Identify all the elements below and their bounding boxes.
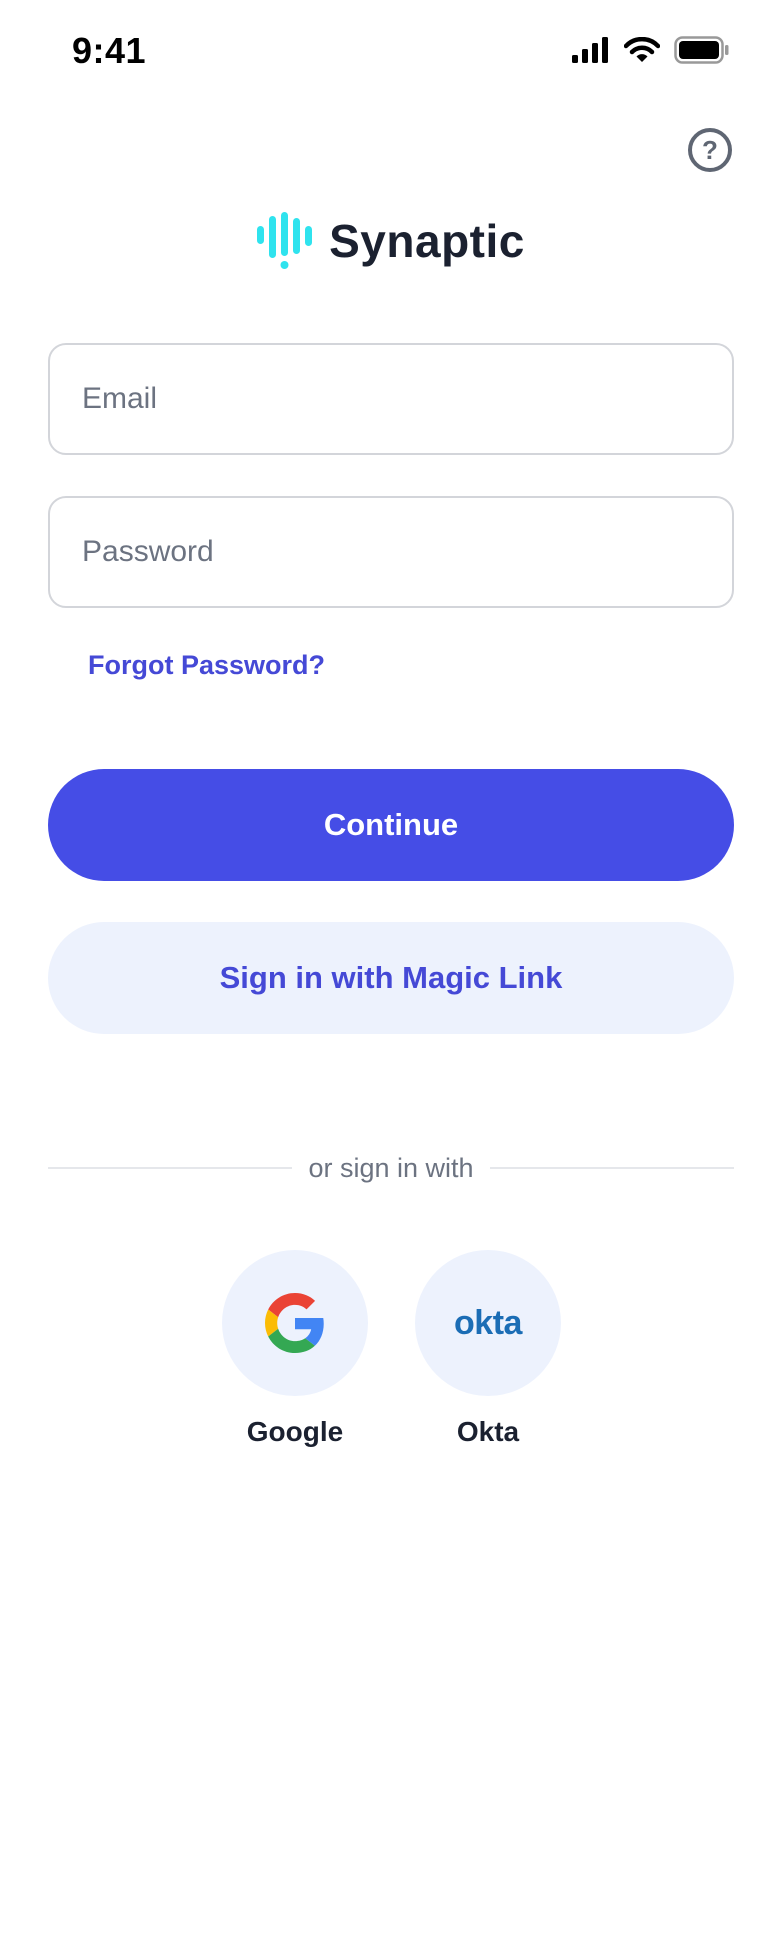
magic-link-button[interactable]: Sign in with Magic Link: [48, 922, 734, 1034]
password-field-container: [48, 496, 734, 608]
battery-icon: [674, 36, 729, 64]
help-icon: ?: [702, 134, 718, 165]
wifi-icon: [624, 37, 660, 62]
social-divider: or sign in with: [48, 1148, 735, 1188]
google-sign-in-button[interactable]: Google: [222, 1250, 368, 1448]
status-time: 9:41: [72, 30, 147, 71]
email-field[interactable]: [50, 345, 732, 453]
password-field[interactable]: [50, 498, 732, 606]
continue-button[interactable]: Continue: [48, 769, 734, 881]
google-icon: [265, 1293, 324, 1353]
divider-text: or sign in with: [308, 1152, 474, 1183]
okta-sign-in-button[interactable]: okta Okta: [415, 1250, 561, 1448]
cellular-signal-icon: [572, 37, 608, 63]
okta-icon-circle: okta: [415, 1250, 561, 1396]
status-bar: 9:41: [0, 0, 780, 104]
status-icons: [572, 36, 730, 64]
help-button[interactable]: ?: [688, 128, 732, 172]
divider-line-left: [48, 1167, 293, 1169]
app-name: Synaptic: [329, 215, 525, 267]
google-label: Google: [246, 1416, 344, 1447]
app-logo: Synaptic: [0, 212, 780, 270]
divider-line-right: [489, 1167, 735, 1169]
okta-label: Okta: [456, 1416, 520, 1447]
synaptic-logo-icon: [257, 212, 313, 269]
okta-icon: okta: [454, 1303, 522, 1342]
forgot-password-link[interactable]: Forgot Password?: [88, 650, 325, 681]
google-icon-circle: [222, 1250, 368, 1396]
email-field-container: [48, 343, 734, 455]
